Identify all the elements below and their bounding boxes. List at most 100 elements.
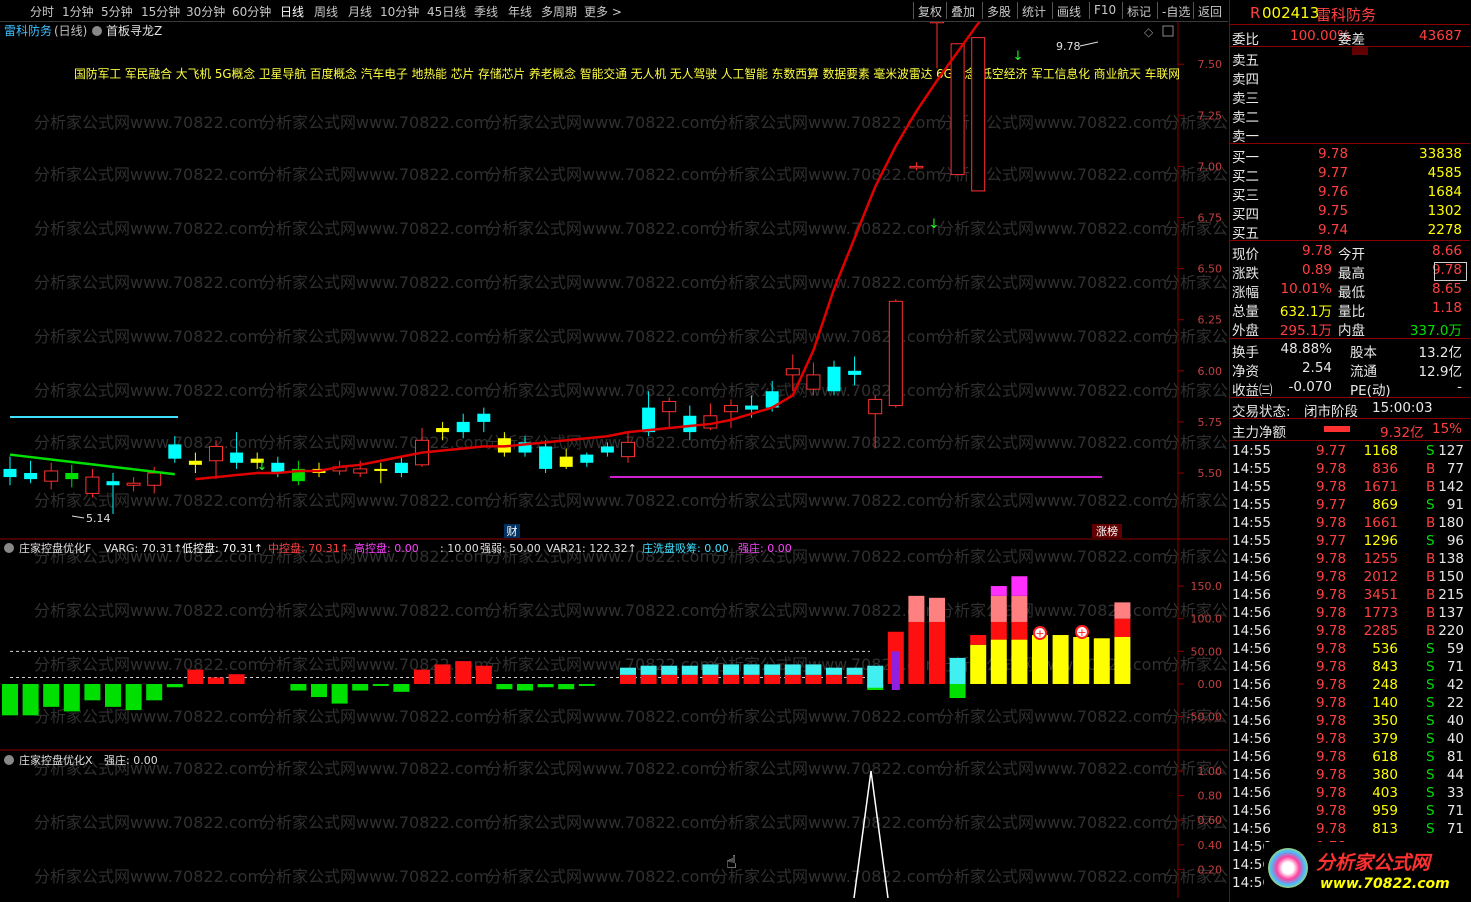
toolbar-action-8[interactable]: 返回 [1198, 3, 1222, 20]
watermark-text: 分析家公式网www.70822.com [260, 273, 489, 292]
sub1-bar [970, 635, 987, 645]
quote-text: 闭市阶段 [1304, 404, 1358, 420]
watermark-text: 分析家公式网www.70822.com [486, 707, 715, 726]
quote-text: 43687 [1419, 28, 1462, 44]
period-tab-14[interactable]: 更多 > [584, 3, 622, 20]
watermark-text: 分析家公式网www.70822.com [260, 655, 489, 674]
maximize-icon[interactable] [1162, 25, 1174, 37]
quote-text: 14:55 [1232, 461, 1271, 477]
quote-text: 委差 [1338, 32, 1365, 48]
panel-separator [1230, 24, 1470, 25]
diamond-icon[interactable]: ◇ [1144, 25, 1154, 39]
quote-text: 9.77 [1316, 497, 1347, 513]
quote-text: 15% [1431, 421, 1462, 437]
sub1-bar [1011, 595, 1028, 622]
quote-text: 外盘 [1232, 323, 1259, 339]
toolbar-action-6[interactable]: 标记 [1127, 3, 1151, 20]
quote-text: 9.78 [1316, 551, 1347, 567]
quote-text: 今开 [1338, 247, 1365, 263]
quote-text: S [1426, 497, 1435, 513]
quote-text: 9.78 [1318, 146, 1349, 162]
watermark-text: 分析家公式网www.70822.com [260, 113, 489, 132]
period-tab-9[interactable]: 10分钟 [380, 3, 419, 20]
quote-text: 14:56 [1232, 605, 1271, 621]
sub1-bar [661, 665, 678, 675]
toolbar-action-3[interactable]: 统计 [1022, 3, 1046, 20]
sub2-title: 庄家控盘优化X [19, 753, 93, 767]
cai-marker: 财 [507, 524, 518, 538]
quote-text: 4585 [1427, 165, 1462, 181]
indicator-toggle-icon[interactable] [92, 26, 102, 36]
sub1-bar [723, 674, 739, 684]
ma-line-red [195, 0, 998, 481]
toolbar-action-1[interactable]: 叠加 [951, 3, 975, 20]
period-tab-4[interactable]: 30分钟 [186, 3, 225, 20]
sub1-bar [43, 684, 60, 707]
period-tab-10[interactable]: 45日线 [427, 3, 466, 20]
tick-row: 14:56 9.78 140 S 22 [1230, 695, 1470, 713]
sub1-bar [990, 595, 1007, 622]
period-tab-5[interactable]: 60分钟 [232, 3, 271, 20]
period-tab-13[interactable]: 多周期 [541, 3, 577, 20]
period-tab-2[interactable]: 5分钟 [101, 3, 133, 20]
tick-row: 14:56 9.78 843 S 71 [1230, 659, 1470, 677]
toolbar-action-7[interactable]: -自选 [1162, 3, 1190, 20]
sub1-bar [372, 684, 389, 686]
period-tab-11[interactable]: 季线 [474, 3, 498, 20]
watermark-text: 分析家公式网www.70822.com [712, 219, 941, 238]
sub1-bar [929, 597, 945, 622]
fund-row-2: 收益㈢ -0.070 PE(动) - [1230, 379, 1470, 399]
quote-text: 最低 [1338, 285, 1365, 301]
quote-text: 380 [1372, 767, 1398, 783]
sub2-tick-label: 0.20 [1198, 863, 1223, 876]
quote-text: 9.78 [1316, 641, 1347, 657]
quote-text: 959 [1372, 803, 1398, 819]
sub1-bar [1011, 639, 1028, 684]
period-tab-6[interactable]: 日线 [280, 3, 304, 20]
stock-label: 雷科防务 [4, 23, 52, 38]
price-tick-label: 5.75 [1198, 416, 1223, 429]
sell-level-1: 卖四 [1230, 68, 1470, 88]
watermark-text: 分析家公式网www.70822.com [260, 327, 489, 346]
quote-text: 14:56 [1232, 803, 1271, 819]
toolbar-action-5[interactable]: F10 [1094, 3, 1116, 17]
quote-text: 14:56 [1232, 551, 1271, 567]
watermark-text: 分析家公式网www.70822.com [938, 327, 1167, 346]
quote-text: 215 [1438, 587, 1464, 603]
period-tab-8[interactable]: 月线 [348, 3, 372, 20]
stock-code: 002413 [1262, 4, 1320, 22]
quote-row-0: 现价 9.78 今开 8.66 [1230, 243, 1470, 263]
quote-text: 9.32亿 [1380, 425, 1424, 441]
period-tab-12[interactable]: 年线 [508, 3, 532, 20]
quote-text: 1255 [1363, 551, 1398, 567]
quote-text: 1684 [1427, 184, 1462, 200]
sub1-bar [125, 684, 142, 711]
toolbar-action-2[interactable]: 多股 [987, 3, 1011, 20]
quote-text: 最高 [1338, 266, 1365, 282]
quote-text: 涨跌 [1232, 266, 1259, 282]
watermark-text: 分析家公式网www.70822.com [1164, 381, 1228, 400]
watermark-text: 分析家公式网www.70822.com [712, 601, 941, 620]
chart-svg[interactable]: 分析家公式网www.70822.com 分析家公式网www.70822.com 分析… [0, 0, 1393, 899]
toolbar-action-0[interactable]: 复权 [918, 3, 942, 20]
toolbar-action-4[interactable]: 画线 [1057, 3, 1081, 20]
period-tab-7[interactable]: 周线 [314, 3, 338, 20]
quote-text: 卖五 [1232, 53, 1259, 69]
sub1-bar [1114, 602, 1131, 619]
period-tab-1[interactable]: 1分钟 [62, 3, 94, 20]
period-tab-0[interactable]: 分时 [30, 3, 54, 20]
quote-text: 9.78 [1316, 695, 1347, 711]
watermark-text: 分析家公式网www.70822.com [34, 165, 263, 184]
toolbar-separator [913, 2, 914, 19]
quote-text: 涨幅 [1232, 285, 1259, 301]
quote-text: 220 [1438, 623, 1464, 639]
quote-text: 91 [1446, 497, 1464, 513]
sub2-item: 强庄: 0.00 [104, 753, 158, 767]
sub1-tick-label: 0.00 [1198, 678, 1223, 691]
sub1-title: 庄家控盘优化F [19, 541, 91, 555]
quote-text: B [1426, 515, 1436, 531]
candle-body [683, 415, 697, 433]
period-tab-3[interactable]: 15分钟 [141, 3, 180, 20]
watermark-text: 分析家公式网www.70822.com [1164, 491, 1228, 510]
sell-level-3: 卖二 [1230, 106, 1470, 126]
